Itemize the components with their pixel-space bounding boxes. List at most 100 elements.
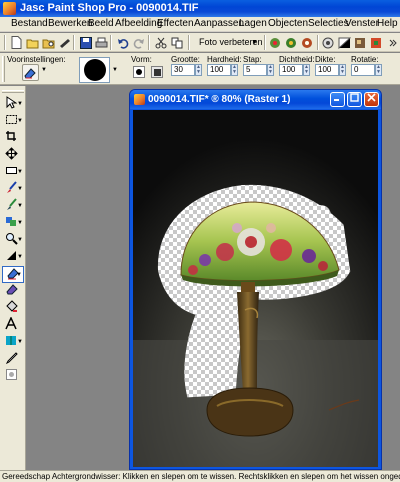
menu-bar: Bestand Bewerken Beeld Afbeelding Effect… [0,17,400,32]
hardness-spinner[interactable]: ▲ ▼ [231,64,238,76]
browse-icon[interactable] [41,35,56,50]
step-spinner[interactable]: ▲ ▼ [267,64,274,76]
dropper-tool[interactable] [2,351,24,368]
menu-help[interactable]: Help [377,18,398,29]
color-balance-icon[interactable] [284,35,299,50]
text-tool[interactable] [2,316,24,334]
one-step-fix-icon[interactable] [268,35,283,50]
menu-aanpassen[interactable]: Aanpassen [194,18,244,29]
size-input[interactable]: 30 [171,64,195,76]
rotation-input[interactable]: 0 [351,64,375,76]
sharpen-icon[interactable] [321,35,336,50]
toolbar-separator [73,35,74,50]
app-title-bar[interactable]: Jasc Paint Shop Pro - 0090014.TIF [0,0,400,17]
brush-tip-dropdown-arrow-icon[interactable]: ▼ [112,67,118,73]
contrast-icon[interactable] [337,35,352,50]
tool-options-bar: Voorinstellingen: ▼ ▼ Vorm: Grootte: 30 … [0,53,400,85]
pen-tool[interactable]: ▼ [2,334,24,351]
noise-icon[interactable] [353,35,368,50]
brush-icon [7,181,17,193]
menu-afbeelding[interactable]: Afbeelding [115,18,162,29]
copy-icon[interactable] [169,35,184,50]
crop-icon [6,131,16,141]
crop-tool[interactable] [2,130,24,147]
close-button[interactable] [364,92,379,107]
size-label: Grootte: [171,55,200,64]
paint-brush-tool[interactable]: ▼ [2,181,24,198]
rectangle-icon [6,167,17,174]
eraser-tool[interactable] [2,283,24,300]
standard-toolbar: Foto verbeteren ▼ [0,33,400,52]
eraser-icon [6,284,18,295]
replace-color-tool[interactable]: ▼ [2,215,24,232]
density-input[interactable]: 100 [279,64,303,76]
document-window[interactable]: 0090014.TIF* ® 80% (Raster 1) [129,89,382,470]
size-spinner[interactable]: ▲ ▼ [195,64,202,76]
dodge-tool[interactable]: ▼ [2,249,24,266]
options-grip [2,56,5,82]
more-tools-icon[interactable] [385,35,400,50]
shape-square-button[interactable] [151,66,163,78]
red-eye-icon[interactable] [300,35,315,50]
maximize-button[interactable] [347,92,362,107]
brush-tip-preview[interactable] [79,57,110,83]
zoom-tool[interactable]: ▼ [2,232,24,249]
menu-effecten[interactable]: Effecten [157,18,194,29]
move-tool[interactable] [2,147,24,164]
background-eraser-tool[interactable]: ▼ [2,266,24,283]
step-label: Stap: [243,55,262,64]
close-icon [367,93,376,102]
new-file-icon[interactable] [9,35,24,50]
shape-label: Vorm: [131,55,152,64]
round-shape-icon [136,69,142,75]
density-spinner[interactable]: ▲ ▼ [303,64,310,76]
cut-icon[interactable] [153,35,168,50]
square-shape-icon [153,68,161,76]
brush-tip-shape [83,59,106,81]
toolbox-grip [2,90,24,93]
save-icon[interactable] [78,35,93,50]
rotation-spinner[interactable]: ▲ ▼ [375,64,382,76]
thickness-spinner[interactable]: ▲ ▼ [339,64,346,76]
menu-lagen[interactable]: Lagen [239,18,267,29]
scan-icon[interactable] [57,35,72,50]
arrow-icon [6,96,18,109]
pen-icon [6,336,16,345]
menu-venster[interactable]: Venster [345,18,379,29]
shape-round-button[interactable] [133,66,145,78]
print-icon[interactable] [94,35,109,50]
move-icon [5,147,18,160]
clone-brush-tool[interactable]: ▼ [2,198,24,215]
presets-dropdown-arrow-icon[interactable]: ▼ [41,67,47,73]
menu-beeld[interactable]: Beeld [88,18,114,29]
fill-tool[interactable] [2,300,24,317]
toolbar-separator [317,35,318,50]
undo-icon[interactable] [115,35,130,50]
app-icon [3,2,16,15]
thickness-input[interactable]: 100 [315,64,339,76]
redo-icon[interactable] [131,35,146,50]
document-icon [134,94,145,105]
edge-preserve-icon[interactable] [369,35,384,50]
presets-button[interactable] [22,64,39,81]
app-title: Jasc Paint Shop Pro - 0090014.TIF [20,2,199,14]
photo-fix-dropdown[interactable]: Foto verbeteren ▼ [196,35,263,50]
document-title-bar[interactable]: 0090014.TIF* ® 80% (Raster 1) [130,90,381,109]
menu-selecties[interactable]: Selecties [308,18,349,29]
menu-bewerken[interactable]: Bewerken [48,18,92,29]
hardness-input[interactable]: 100 [207,64,231,76]
step-input[interactable]: 5 [243,64,267,76]
pan-tool[interactable]: ▼ [2,96,24,113]
preset-shape-tool[interactable]: ▼ [2,164,24,181]
menu-bestand[interactable]: Bestand [11,18,48,29]
menu-objecten[interactable]: Objecten [268,18,308,29]
open-folder-icon[interactable] [25,35,40,50]
selection-tool[interactable]: ▼ [2,113,24,130]
picture-tube-tool[interactable] [2,368,24,385]
dropper-icon [5,352,18,365]
status-bar: Gereedschap Achtergrondwisser: Klikken e… [0,470,400,482]
image-canvas[interactable] [133,110,378,467]
minimize-button[interactable] [330,92,345,107]
toolbar-separator [264,35,265,50]
minimize-icon [334,99,339,101]
